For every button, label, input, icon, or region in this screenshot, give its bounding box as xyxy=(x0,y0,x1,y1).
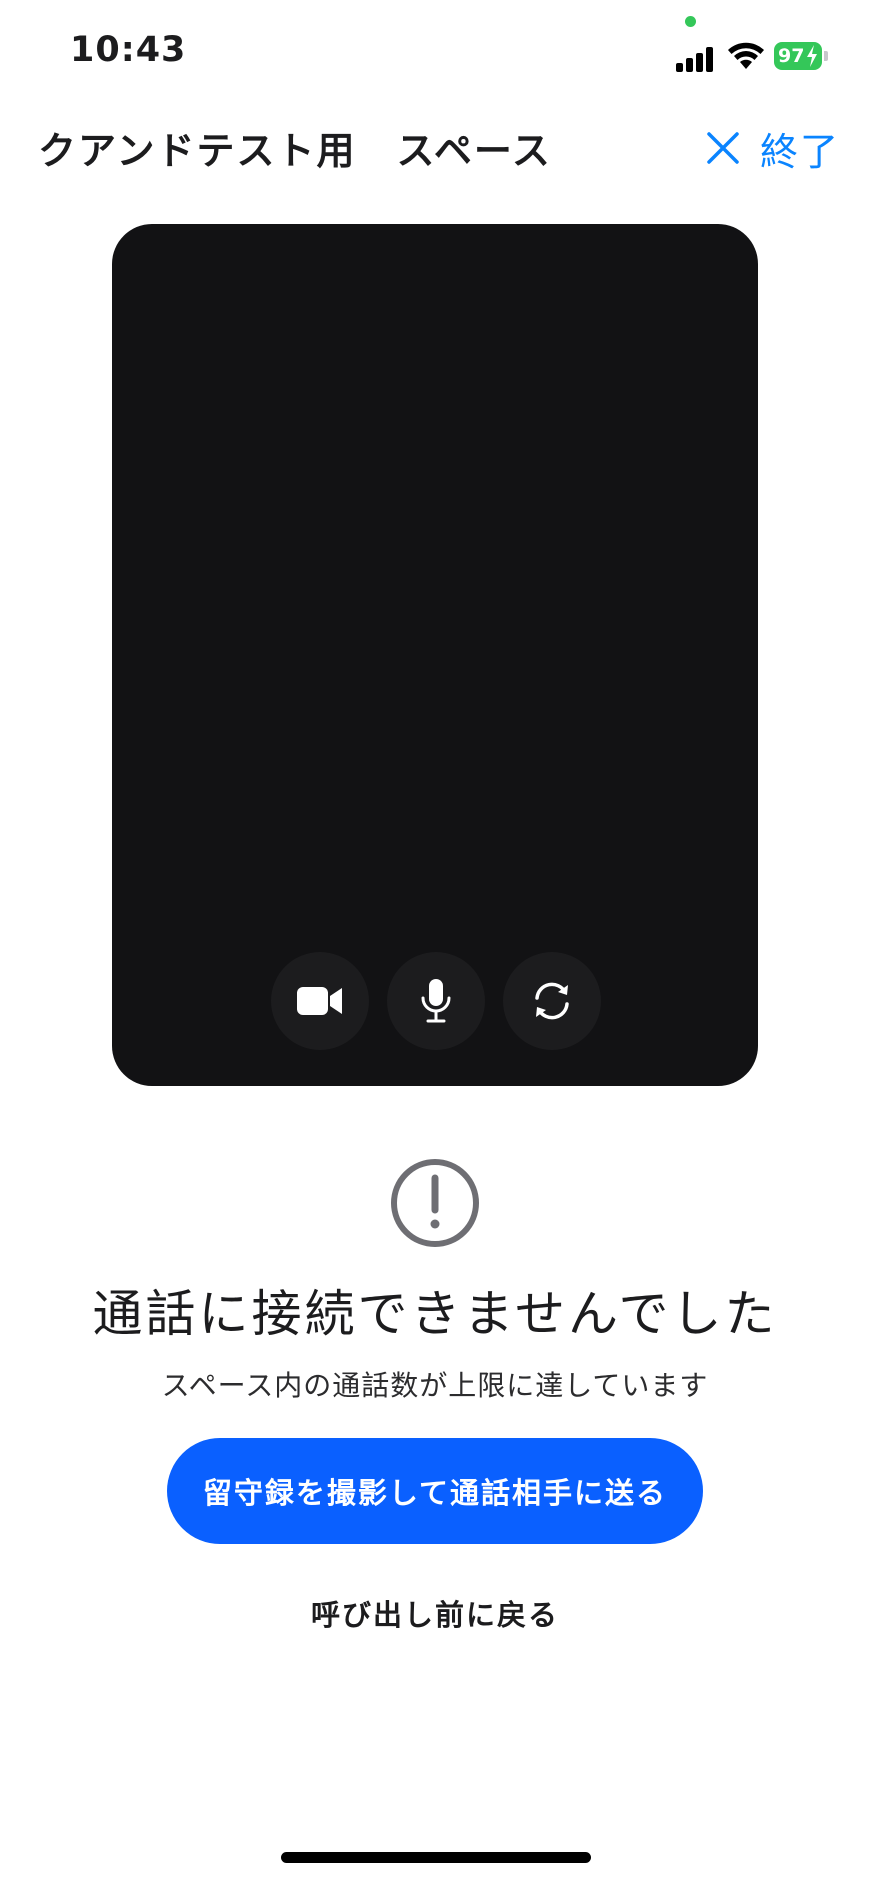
switch-camera-button[interactable] xyxy=(503,952,601,1050)
exclamation-circle-icon xyxy=(391,1159,479,1247)
battery-indicator: 97 xyxy=(774,42,828,70)
battery-percent: 97 xyxy=(778,45,805,67)
status-time: 10:43 xyxy=(70,30,187,70)
home-indicator xyxy=(281,1852,591,1863)
cellular-signal-icon xyxy=(676,46,716,72)
mic-toggle-button[interactable] xyxy=(387,952,485,1050)
error-title: 通話に接続できませんでした xyxy=(92,1285,778,1343)
close-icon xyxy=(707,132,739,164)
camera-switch-icon xyxy=(535,982,569,1020)
page-title: クアンドテスト用 スペース xyxy=(38,129,552,173)
wifi-icon xyxy=(728,42,764,69)
video-camera-icon xyxy=(297,987,342,1015)
camera-toggle-button[interactable] xyxy=(271,952,369,1050)
charging-bolt-icon xyxy=(807,45,817,67)
microphone-icon xyxy=(421,979,451,1023)
end-button-label: 終了 xyxy=(760,129,841,174)
end-button[interactable]: 終了 xyxy=(706,124,840,174)
video-preview xyxy=(112,224,758,1086)
back-to-precall-link[interactable]: 呼び出し前に戻る xyxy=(0,1592,870,1634)
error-message: スペース内の通話数が上限に達しています xyxy=(161,1369,709,1402)
send-voicemail-button[interactable]: 留守録を撮影して通話相手に送る xyxy=(167,1438,703,1544)
mic-in-use-indicator xyxy=(685,16,696,27)
